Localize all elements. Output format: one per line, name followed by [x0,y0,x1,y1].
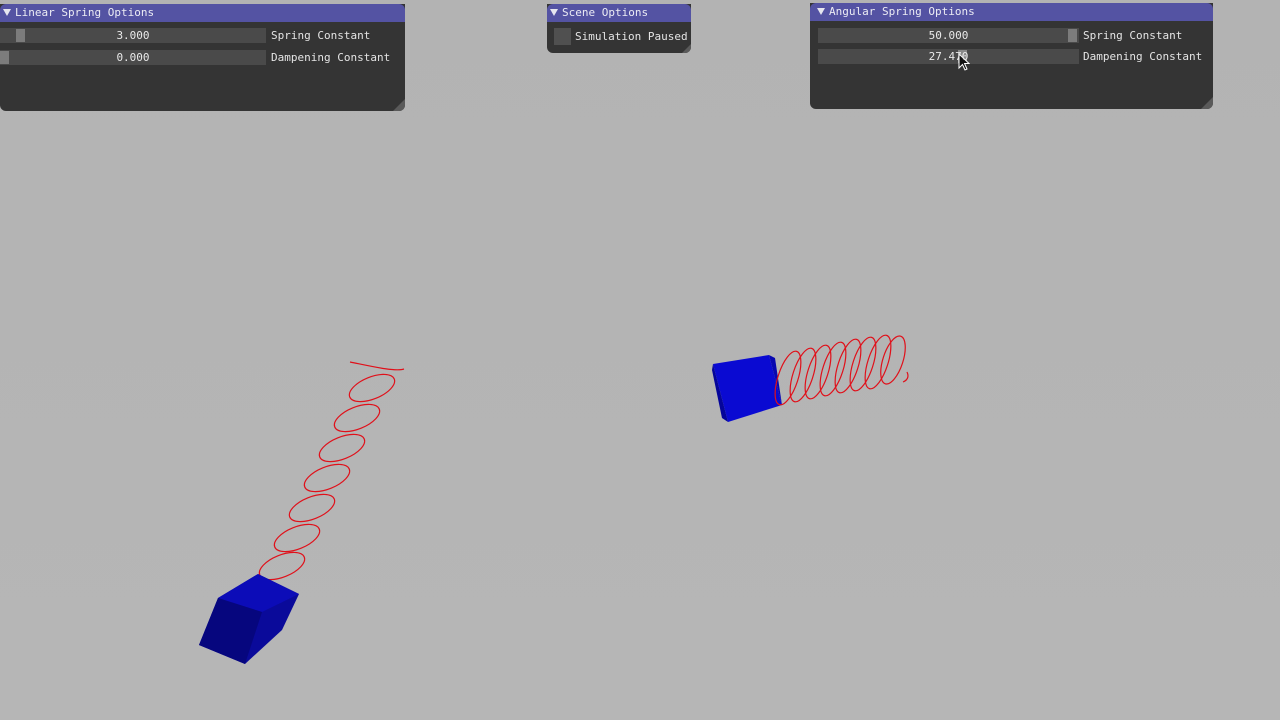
slider-value: 50.000 [928,29,969,42]
panel-title: Linear Spring Options [15,6,155,19]
linear-spring [243,361,405,611]
angular-spring [774,334,909,406]
resize-grip-icon[interactable] [393,99,405,111]
dampening-constant-slider[interactable]: 0.000 [0,50,266,65]
resize-grip-icon[interactable] [682,44,691,53]
collapse-arrow-icon[interactable] [550,8,558,16]
slider-grab[interactable] [1068,29,1077,42]
scene-options-panel[interactable]: Scene Options Simulation Paused [547,4,691,53]
linear-spring-panel[interactable]: Linear Spring Options 3.000 Spring Const… [0,4,405,111]
panel-title: Scene Options [562,6,649,19]
slider-value: 3.000 [116,29,150,42]
linear-cube [199,574,299,664]
spring-constant-label: Spring Constant [1083,29,1183,42]
dampening-constant-slider[interactable]: 27.470 [818,49,1079,64]
angular-cube [712,355,782,422]
collapse-arrow-icon[interactable] [817,7,825,15]
slider-value: 27.470 [928,50,969,63]
simulation-paused-label[interactable]: Simulation Paused [575,29,688,45]
simulation-paused-checkbox[interactable] [554,28,571,45]
spring-constant-label: Spring Constant [271,29,371,42]
slider-grab[interactable] [16,29,25,42]
angular-spring-panel[interactable]: Angular Spring Options 50.000 Spring Con… [810,3,1213,109]
panel-title: Angular Spring Options [829,5,975,18]
dampening-constant-label: Dampening Constant [1083,50,1203,63]
dampening-constant-label: Dampening Constant [271,51,391,64]
resize-grip-icon[interactable] [1201,97,1213,109]
panel-title-bar[interactable]: Scene Options [547,4,691,22]
slider-grab[interactable] [0,51,9,64]
panel-title-bar[interactable]: Linear Spring Options [0,4,405,22]
spring-constant-slider[interactable]: 3.000 [0,28,266,43]
slider-value: 0.000 [116,51,150,64]
collapse-arrow-icon[interactable] [3,8,11,16]
panel-title-bar[interactable]: Angular Spring Options [810,3,1213,21]
spring-constant-slider[interactable]: 50.000 [818,28,1079,43]
